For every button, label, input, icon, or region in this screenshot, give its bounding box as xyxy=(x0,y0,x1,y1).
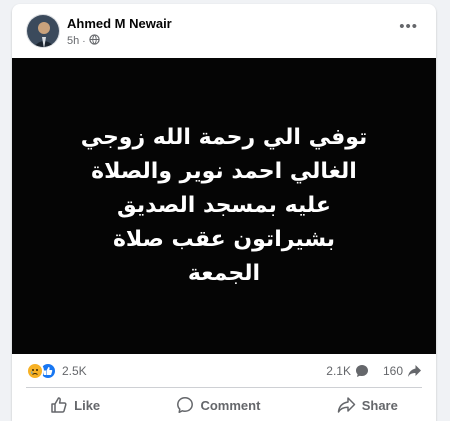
post-actions: Like Comment Share xyxy=(12,389,436,421)
post-meta: 5h · xyxy=(67,34,100,48)
actions-divider xyxy=(26,387,422,388)
author-avatar[interactable] xyxy=(26,14,60,48)
like-button[interactable]: Like xyxy=(36,392,114,418)
post-card: Ahmed M Newair 5h · ••• توفي الي رحمة ال… xyxy=(12,4,436,421)
engagement-counts: 2.1K 160 xyxy=(326,364,422,378)
sad-reaction-icon xyxy=(26,362,44,380)
like-label: Like xyxy=(74,397,101,413)
share-button[interactable]: Share xyxy=(323,392,412,418)
comments-count[interactable]: 2.1K xyxy=(326,364,351,378)
reactions-summary[interactable]: 2.5K xyxy=(26,362,87,380)
comment-icon xyxy=(176,396,194,414)
post-media[interactable]: توفي الي رحمة الله زوجي الغالي احمد نوير… xyxy=(12,58,436,354)
comment-label: Comment xyxy=(200,397,261,413)
post-time[interactable]: 5h xyxy=(67,35,79,47)
globe-icon xyxy=(88,34,100,48)
comment-button[interactable]: Comment xyxy=(162,392,274,418)
author-name[interactable]: Ahmed M Newair xyxy=(67,16,172,31)
share-icon xyxy=(337,396,356,414)
comment-count-icon xyxy=(355,364,369,378)
reactions-count: 2.5K xyxy=(62,364,87,378)
like-icon xyxy=(50,396,68,414)
shares-count[interactable]: 160 xyxy=(383,364,403,378)
post-content-text: توفي الي رحمة الله زوجي الغالي احمد نوير… xyxy=(80,125,368,286)
more-options-button[interactable]: ••• xyxy=(399,19,418,34)
share-count-icon xyxy=(407,364,422,378)
post-stats: 2.5K 2.1K 160 xyxy=(12,356,436,386)
meta-separator: · xyxy=(82,35,86,47)
post-header: Ahmed M Newair 5h · ••• xyxy=(12,4,436,58)
share-label: Share xyxy=(361,397,398,413)
